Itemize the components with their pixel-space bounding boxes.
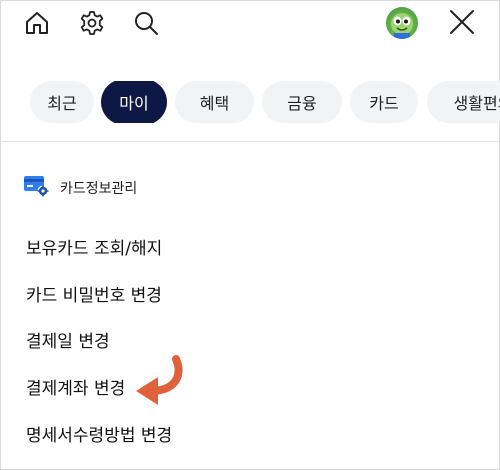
- gear-icon[interactable]: [77, 8, 107, 38]
- search-icon[interactable]: [131, 8, 161, 38]
- avatar[interactable]: [386, 7, 418, 39]
- category-tabs: 최근 마이 혜택 금융 카드 생활편의: [30, 81, 500, 123]
- tab-lifestyle[interactable]: 생활편의: [427, 81, 500, 123]
- tab-my[interactable]: 마이: [103, 81, 165, 123]
- menu-item-card-password[interactable]: 카드 비밀번호 변경: [26, 285, 162, 307]
- tab-recent[interactable]: 최근: [30, 81, 94, 123]
- tab-finance[interactable]: 금융: [262, 81, 342, 123]
- tab-card[interactable]: 카드: [350, 81, 418, 123]
- section-title: 카드정보관리: [60, 181, 138, 197]
- menu-item-owned-cards[interactable]: 보유카드 조회/해지: [26, 238, 162, 260]
- card-settings-icon: [24, 175, 50, 201]
- top-header: [0, 0, 500, 50]
- section-divider: [0, 141, 500, 142]
- menu-item-payment-account[interactable]: 결제계좌 변경: [26, 378, 125, 400]
- home-icon[interactable]: [22, 8, 52, 38]
- menu-item-statement-method[interactable]: 명세서수령방법 변경: [26, 425, 172, 447]
- section-header: 카드정보관리: [24, 175, 138, 201]
- menu-item-payment-date[interactable]: 결제일 변경: [26, 331, 110, 353]
- close-icon[interactable]: [447, 7, 477, 37]
- tab-benefits[interactable]: 혜택: [175, 81, 254, 123]
- annotation-arrow: [132, 355, 192, 411]
